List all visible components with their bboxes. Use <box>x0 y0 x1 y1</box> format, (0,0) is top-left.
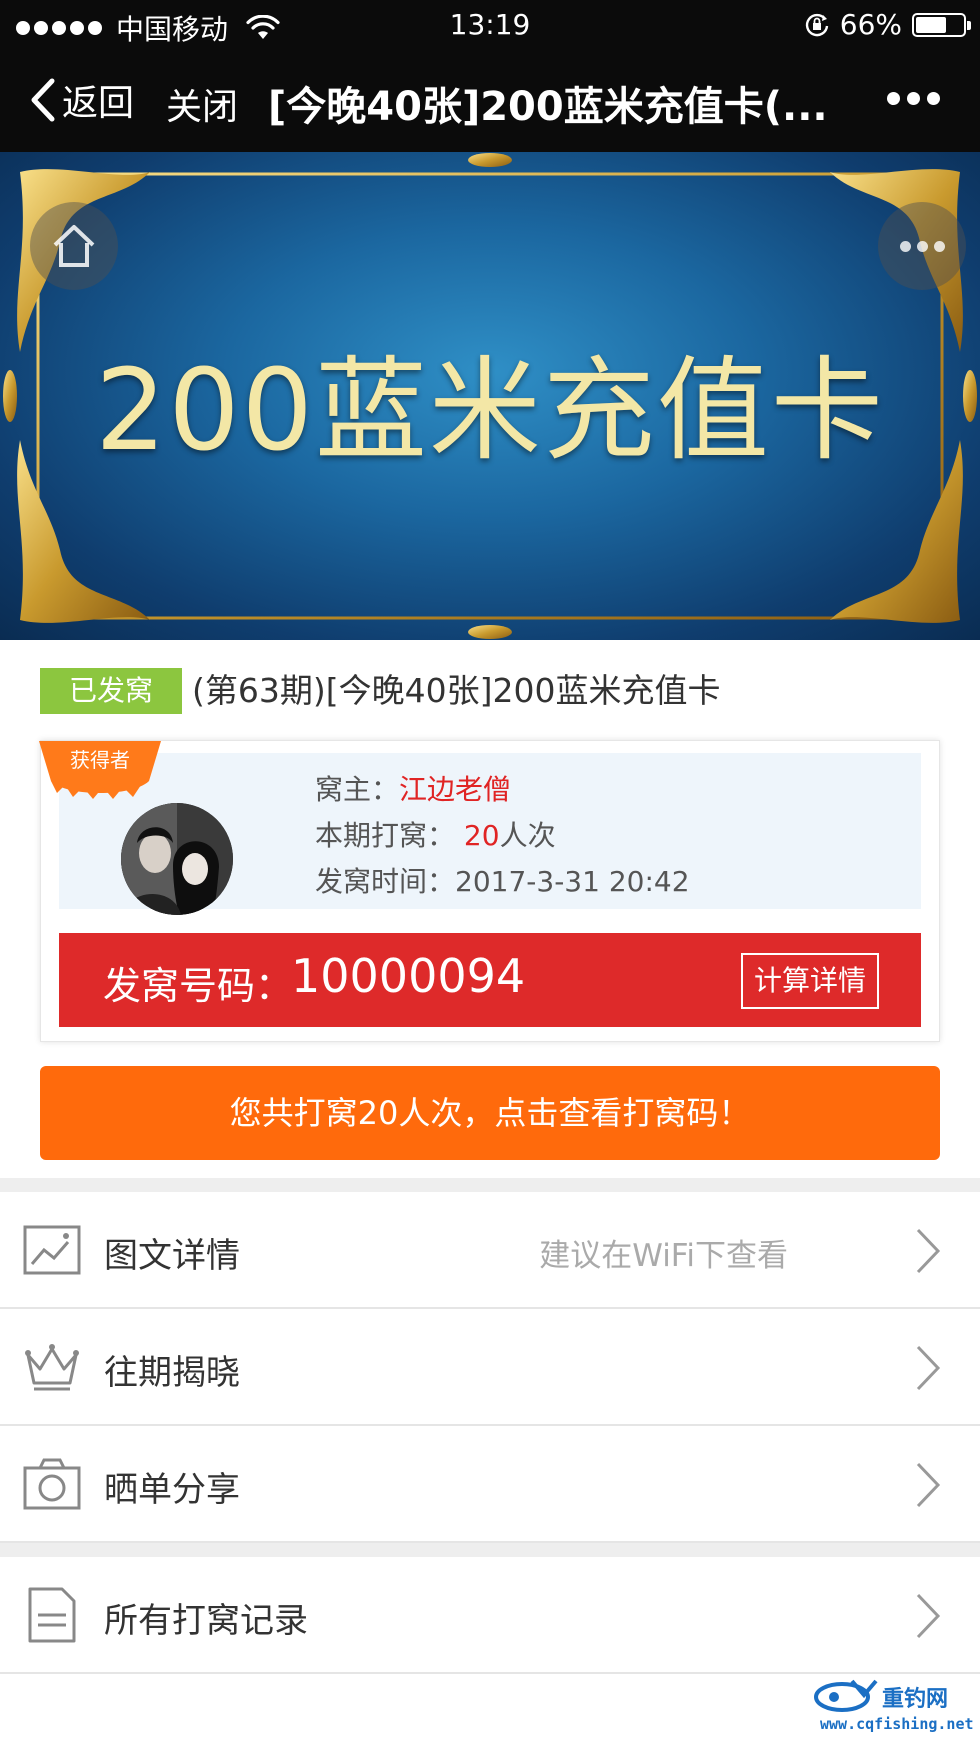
banner-title: 200蓝米充值卡 <box>95 346 885 476</box>
banner-more-icon[interactable] <box>878 202 966 290</box>
more-dots-icon[interactable] <box>887 92 940 105</box>
status-right: 66% <box>804 8 971 41</box>
chevron-right-icon <box>916 1462 941 1508</box>
rotation-lock-icon <box>805 13 828 36</box>
winner-info: 窝主：江边老僧 本期打窝： 20人次 发窝时间：2017-3-31 20:42 <box>59 753 921 915</box>
product-banner-image: 200蓝米充值卡 <box>0 152 980 640</box>
chevron-left-icon <box>31 78 55 122</box>
winner-details: 窝主：江边老僧 本期打窝： 20人次 发窝时间：2017-3-31 20:42 <box>315 767 690 905</box>
chevron-right-icon <box>916 1345 941 1391</box>
watermark-url: www.cqfishing.net <box>820 1715 974 1733</box>
menu-item-share-orders[interactable]: 晒单分享 <box>0 1426 980 1543</box>
nav-bar: 返回 关闭 [今晚40张]200蓝米充值卡(... <box>0 50 980 152</box>
crown-icon <box>25 1344 79 1391</box>
view-codes-button[interactable]: 您共打窝20人次，点击查看打窝码！ <box>40 1066 940 1160</box>
home-icon[interactable] <box>30 202 118 290</box>
watermark-brand: 重钓网 <box>882 1687 949 1712</box>
status-bar: 中国移动 13:19 66% <box>0 0 980 50</box>
home-icon-glyph <box>53 225 95 267</box>
menu-label: 图文详情 <box>104 1236 240 1276</box>
section-divider <box>0 1543 980 1557</box>
image-icon <box>23 1225 81 1275</box>
close-button[interactable]: 关闭 <box>166 78 238 130</box>
back-button[interactable]: 返回 <box>28 74 134 126</box>
code-label: 发窝号码： <box>103 964 294 1008</box>
menu-item-all-records[interactable]: 所有打窝记录 <box>0 1557 980 1674</box>
menu-label: 所有打窝记录 <box>104 1601 308 1641</box>
menu-label: 往期揭晓 <box>104 1353 240 1393</box>
battery-fill <box>916 16 947 33</box>
count-label: 本期打窝： <box>315 819 456 852</box>
winner-ribbon-icon: 获得者 <box>39 741 161 799</box>
menu-hint: 建议在WiFi下查看 <box>539 1238 788 1274</box>
avatar <box>121 803 233 915</box>
menu-label: 晒单分享 <box>104 1470 240 1510</box>
time-label: 发窝时间： <box>315 865 456 898</box>
owner-name[interactable]: 江边老僧 <box>399 773 511 806</box>
code-value: 10000094 <box>291 949 526 1003</box>
camera-icon <box>23 1458 81 1510</box>
time-line: 发窝时间：2017-3-31 20:42 <box>315 859 690 905</box>
battery-icon <box>912 12 971 37</box>
owner-line: 窝主：江边老僧 <box>315 767 690 813</box>
menu-item-past-results[interactable]: 往期揭晓 <box>0 1309 980 1426</box>
count-line: 本期打窝： 20人次 <box>315 813 690 859</box>
watermark-logo <box>814 1679 878 1712</box>
battery-percent: 66% <box>839 8 902 41</box>
time-value: 2017-3-31 20:42 <box>455 865 690 898</box>
page-title: [今晚40张]200蓝米充值卡(... <box>268 84 828 130</box>
count-value: 20 <box>463 819 500 852</box>
section-divider <box>0 1178 980 1192</box>
winner-ribbon-label: 获得者 <box>70 748 130 772</box>
watermark: 重钓网 www.cqfishing.net <box>812 1677 974 1737</box>
chevron-right-icon <box>916 1593 941 1639</box>
product-title: (第63期)[今晚40张]200蓝米充值卡 <box>192 671 721 710</box>
count-unit: 人次 <box>499 819 556 852</box>
document-icon <box>28 1587 76 1643</box>
status-badge: 已发窝 <box>40 668 182 714</box>
avatar-photo <box>121 803 233 915</box>
menu-item-details[interactable]: 图文详情 建议在WiFi下查看 <box>0 1192 980 1309</box>
winning-code-bar: 发窝号码： 10000094 计算详情 <box>59 933 921 1027</box>
back-label: 返回 <box>62 83 135 124</box>
chevron-right-icon <box>916 1228 941 1274</box>
owner-label: 窝主： <box>315 773 400 806</box>
calculation-details-button[interactable]: 计算详情 <box>741 953 879 1009</box>
winner-card: 窝主：江边老僧 本期打窝： 20人次 发窝时间：2017-3-31 20:42 … <box>39 740 940 1042</box>
